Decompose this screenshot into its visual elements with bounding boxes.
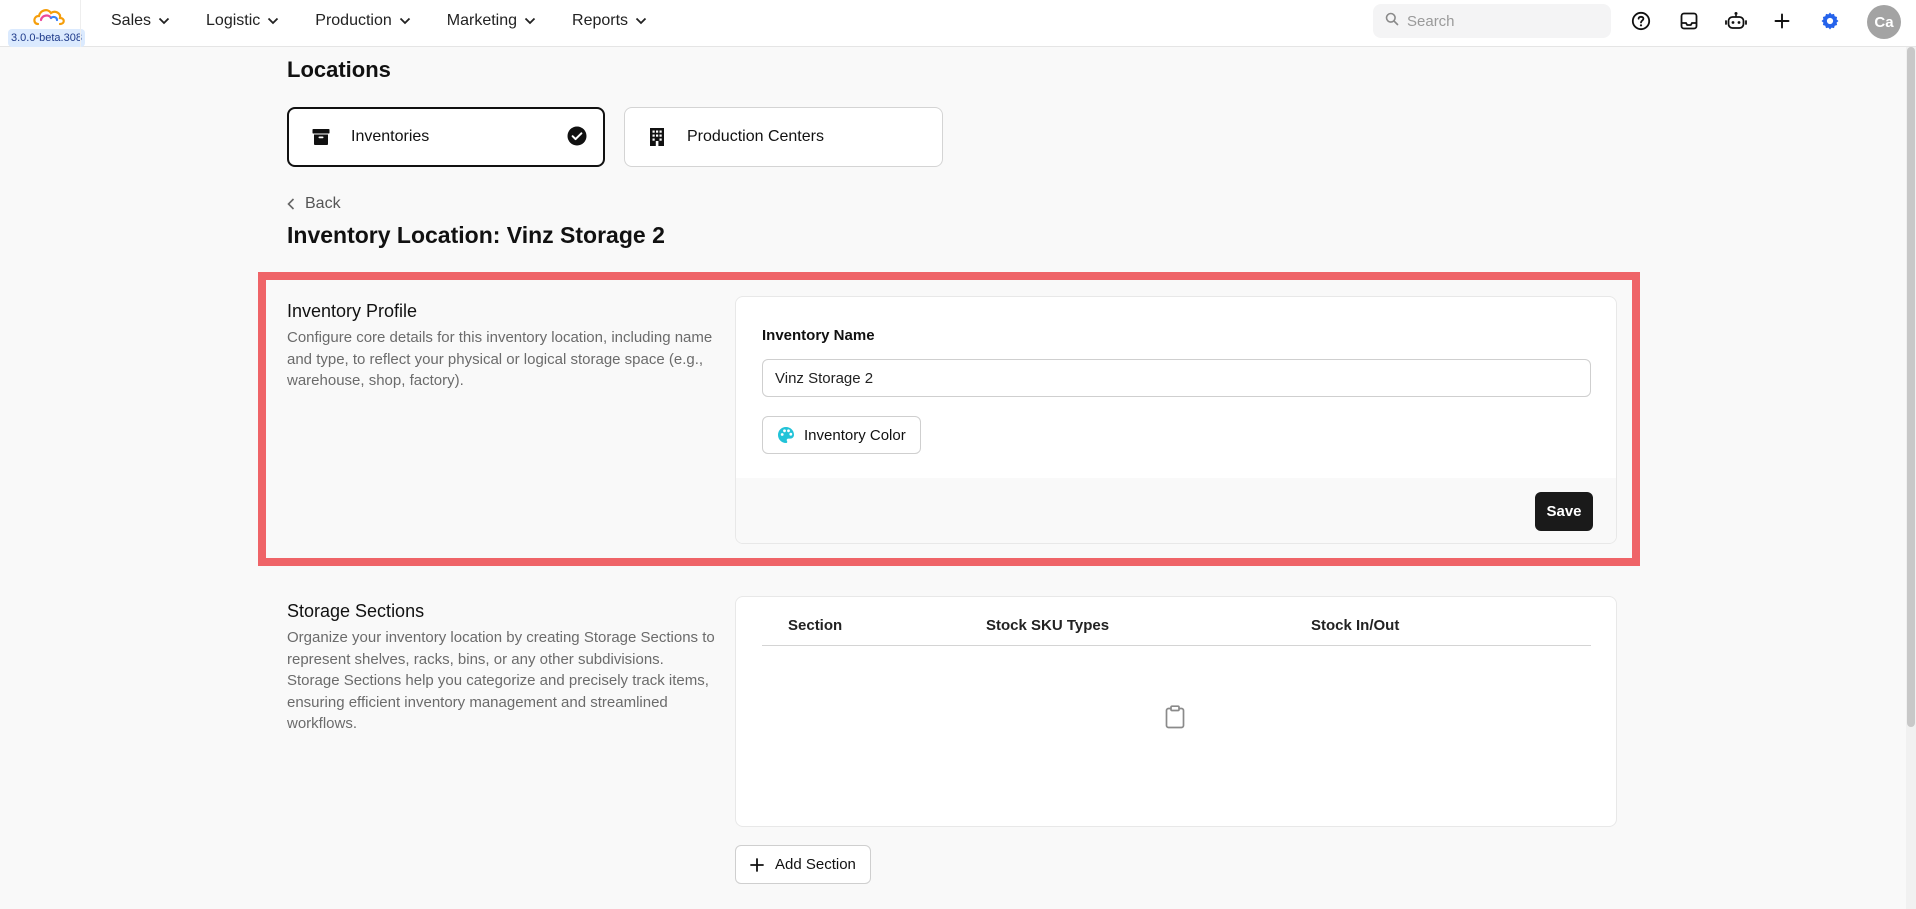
inventory-profile-title: Inventory Profile <box>287 301 418 321</box>
tab-production-centers[interactable]: Production Centers <box>624 107 943 167</box>
column-header-stock-sku-types: Stock SKU Types <box>986 617 1110 634</box>
nav-production[interactable]: Production <box>315 12 411 30</box>
storage-sections-table: Section Stock SKU Types Stock In/Out <box>735 596 1617 827</box>
logo-divider <box>80 0 81 47</box>
table-header-divider <box>762 645 1591 646</box>
nav-marketing-label: Marketing <box>446 12 518 29</box>
back-label: Back <box>305 195 341 212</box>
tab-production-centers-label: Production Centers <box>687 128 824 145</box>
top-bar: 3.0.0-beta.308 Sales Logistic Production… <box>0 0 1916 47</box>
search-input[interactable] <box>1407 12 1597 30</box>
plus-icon[interactable] <box>1770 9 1794 33</box>
search-icon <box>1385 12 1399 31</box>
card-footer: Save <box>736 478 1616 543</box>
chevron-left-icon <box>287 198 295 210</box>
nav-logistic-label: Logistic <box>206 12 261 29</box>
inventory-profile-card: Inventory Name Inventory Color Save <box>735 296 1617 544</box>
app-logo[interactable]: 3.0.0-beta.308 <box>8 5 85 47</box>
inventory-name-label: Inventory Name <box>762 327 875 344</box>
inventory-color-button[interactable]: Inventory Color <box>762 416 921 454</box>
page-title: Locations <box>287 57 391 82</box>
tab-inventories[interactable]: Inventories <box>287 107 605 167</box>
nav-sales-label: Sales <box>111 12 152 29</box>
inventory-color-label: Inventory Color <box>804 426 906 444</box>
column-header-section: Section <box>788 617 843 634</box>
cloud-logo-icon <box>33 9 65 26</box>
nav-marketing[interactable]: Marketing <box>447 12 536 30</box>
main-nav: Sales Logistic Production Marketing Repo… <box>111 0 683 42</box>
scrollbar-thumb[interactable] <box>1907 47 1915 727</box>
nav-logistic[interactable]: Logistic <box>206 12 279 30</box>
version-badge: 3.0.0-beta.308 <box>8 29 85 47</box>
add-section-button[interactable]: Add Section <box>735 845 871 884</box>
gear-icon[interactable] <box>1818 9 1842 33</box>
building-icon <box>645 125 669 149</box>
plus-icon <box>750 857 764 872</box>
back-link[interactable]: Back <box>287 195 341 213</box>
storage-sections-title: Storage Sections <box>287 601 425 621</box>
archive-box-icon <box>309 125 333 149</box>
search-box[interactable] <box>1373 4 1611 38</box>
add-section-label: Add Section <box>775 856 856 873</box>
check-circle-icon <box>567 126 587 151</box>
user-avatar[interactable]: Ca <box>1867 5 1901 39</box>
storage-sections-description: Organize your inventory location by crea… <box>287 629 715 732</box>
inbox-icon[interactable] <box>1677 9 1701 33</box>
chevron-down-icon <box>267 17 279 25</box>
nav-production-label: Production <box>315 12 392 29</box>
nav-reports-label: Reports <box>572 12 629 29</box>
chevron-down-icon <box>158 17 170 25</box>
help-circle-icon[interactable] <box>1629 9 1653 33</box>
robot-icon[interactable] <box>1724 9 1748 33</box>
chevron-down-icon <box>524 17 536 25</box>
inventory-name-input[interactable] <box>762 359 1591 397</box>
nav-sales[interactable]: Sales <box>111 12 170 30</box>
clipboard-empty-icon <box>1164 705 1186 734</box>
chevron-down-icon <box>399 17 411 25</box>
column-header-stock-in-out: Stock In/Out <box>1311 617 1400 634</box>
nav-reports[interactable]: Reports <box>572 12 647 30</box>
inventory-profile-description: Configure core details for this inventor… <box>287 329 713 389</box>
palette-icon <box>777 426 795 444</box>
save-button[interactable]: Save <box>1535 492 1593 531</box>
chevron-down-icon <box>635 17 647 25</box>
inventory-location-title: Inventory Location: Vinz Storage 2 <box>287 222 665 248</box>
tab-inventories-label: Inventories <box>351 128 430 145</box>
